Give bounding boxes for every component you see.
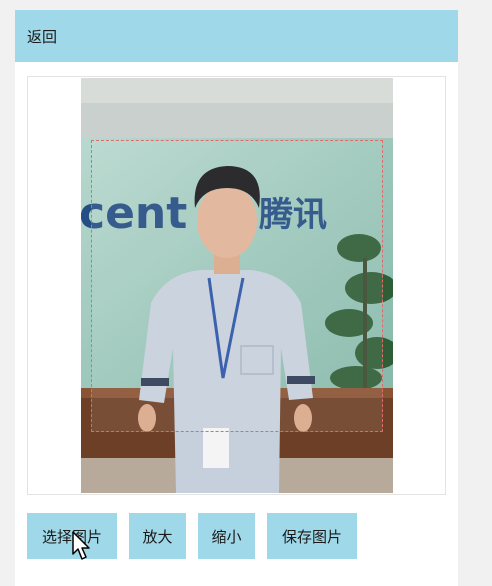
back-header[interactable]: 返回 bbox=[15, 10, 458, 62]
id-badge bbox=[203, 428, 229, 468]
crop-canvas[interactable]: cent 腾讯 bbox=[27, 76, 446, 495]
zoom-in-button[interactable]: 放大 bbox=[129, 513, 186, 559]
save-image-button[interactable]: 保存图片 bbox=[267, 513, 357, 559]
mouse-cursor-icon bbox=[72, 531, 90, 560]
image-cropper-panel: 返回 cent 腾讯 选择图片 放大 缩小 保存图片 bbox=[15, 10, 458, 586]
ceiling-panel bbox=[81, 103, 393, 138]
back-label: 返回 bbox=[27, 27, 58, 46]
crop-selection-box[interactable] bbox=[91, 140, 383, 432]
zoom-out-button[interactable]: 缩小 bbox=[198, 513, 255, 559]
